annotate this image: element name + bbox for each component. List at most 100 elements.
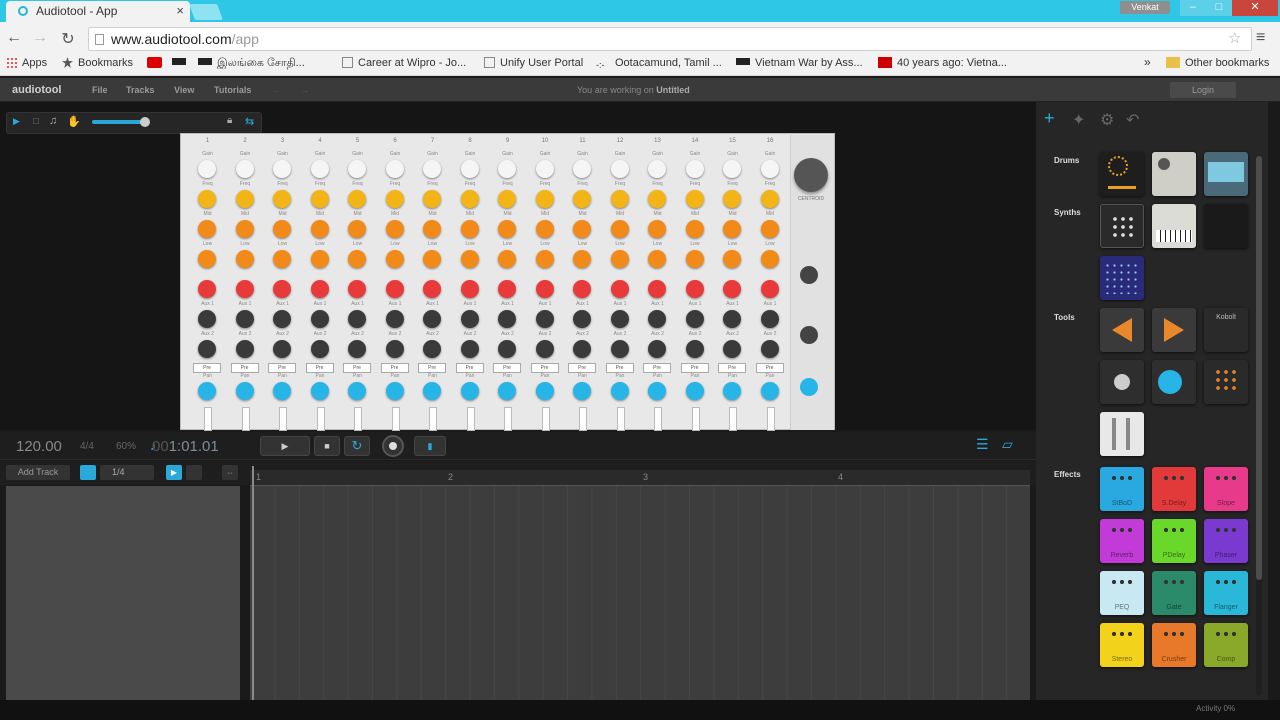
channel-fader[interactable]: [466, 407, 475, 431]
effect-pdelay-tile[interactable]: PDelay: [1152, 519, 1196, 563]
channel-knob[interactable]: [723, 382, 741, 400]
channel-knob[interactable]: [760, 280, 779, 298]
effect-slope-tile[interactable]: Slope: [1204, 467, 1248, 511]
pre-button[interactable]: Pre: [305, 363, 334, 373]
channel-knob[interactable]: [648, 160, 666, 178]
channel-knob[interactable]: [423, 190, 441, 208]
aux1-return-knob[interactable]: [800, 266, 818, 284]
channel-knob[interactable]: [198, 310, 216, 328]
bookmark-bookmarks[interactable]: Bookmarks: [62, 57, 133, 69]
channel-fader[interactable]: [766, 407, 775, 431]
channel-knob[interactable]: [723, 160, 741, 178]
login-button[interactable]: Login: [1170, 82, 1236, 98]
channel-knob[interactable]: [498, 220, 516, 238]
channel-knob[interactable]: [348, 160, 366, 178]
pre-button[interactable]: Pre: [568, 363, 596, 373]
window-close-icon[interactable]: ✕: [1232, 0, 1278, 16]
channel-knob[interactable]: [723, 250, 741, 268]
channel-knob[interactable]: [535, 310, 554, 328]
pre-button[interactable]: Pre: [605, 363, 634, 373]
channel-knob[interactable]: [310, 382, 329, 400]
channel-knob[interactable]: [573, 310, 591, 328]
forward-tool-tile[interactable]: [1152, 308, 1196, 352]
channel-knob[interactable]: [385, 220, 404, 238]
menu-file[interactable]: File: [92, 85, 108, 95]
channel-knob[interactable]: [648, 310, 666, 328]
channel-knob[interactable]: [610, 190, 629, 208]
channel-knob[interactable]: [198, 190, 216, 208]
channel-knob[interactable]: [235, 280, 254, 298]
channel-knob[interactable]: [573, 160, 591, 178]
channel-knob[interactable]: [610, 160, 629, 178]
channel-knob[interactable]: [460, 382, 479, 400]
channel-knob[interactable]: [760, 190, 779, 208]
channel-knob[interactable]: [348, 310, 366, 328]
bookmark-cnn[interactable]: 40 years ago: Vietna...: [878, 57, 1007, 69]
undo-icon[interactable]: ←: [272, 85, 281, 95]
forward-arrow-icon[interactable]: →: [30, 29, 50, 47]
channel-knob[interactable]: [648, 190, 666, 208]
channel-knob[interactable]: [310, 250, 329, 268]
channel-knob[interactable]: [573, 220, 591, 238]
channel-fader[interactable]: [654, 407, 662, 431]
pre-button[interactable]: Pre: [755, 363, 784, 373]
pre-button[interactable]: Pre: [493, 363, 521, 373]
stop-button[interactable]: ■: [314, 436, 340, 456]
pre-button[interactable]: Pre: [230, 363, 259, 373]
browser-tab[interactable]: Audiotool - App ×: [6, 1, 190, 22]
channel-knob[interactable]: [348, 382, 366, 400]
channel-knob[interactable]: [723, 280, 741, 298]
channel-knob[interactable]: [498, 280, 516, 298]
channel-knob[interactable]: [310, 340, 329, 358]
playhead[interactable]: [252, 466, 254, 700]
channel-knob[interactable]: [273, 160, 291, 178]
scope-tool-tile[interactable]: [1152, 360, 1196, 404]
channel-knob[interactable]: [273, 250, 291, 268]
channel-knob[interactable]: [273, 190, 291, 208]
channel-fader[interactable]: [616, 407, 625, 431]
channel-knob[interactable]: [498, 250, 516, 268]
kobolt-tile[interactable]: Kobolt: [1204, 308, 1248, 352]
master-pan-knob[interactable]: [800, 378, 818, 396]
user-profile-button[interactable]: Venkat: [1120, 1, 1170, 14]
effect-reverb-tile[interactable]: Reverb: [1100, 519, 1144, 563]
channel-knob[interactable]: [198, 340, 216, 358]
bookmark-tamil[interactable]: இலங்கை சோதி...: [198, 57, 305, 71]
channel-knob[interactable]: [498, 310, 516, 328]
panel-scrollbar[interactable]: [1256, 156, 1262, 580]
channel-knob[interactable]: [460, 250, 479, 268]
grid-toggle-icon[interactable]: [186, 465, 202, 480]
lock-icon[interactable]: 🔒︎: [227, 115, 232, 126]
channel-knob[interactable]: [723, 220, 741, 238]
channel-knob[interactable]: [423, 310, 441, 328]
channel-knob[interactable]: [535, 160, 554, 178]
fader-tool-tile[interactable]: [1100, 412, 1144, 456]
pre-button[interactable]: Pre: [380, 363, 409, 373]
channel-knob[interactable]: [685, 190, 704, 208]
master-volume-knob[interactable]: [794, 158, 828, 192]
channel-knob[interactable]: [273, 382, 291, 400]
channel-knob[interactable]: [423, 280, 441, 298]
pre-button[interactable]: Pre: [343, 363, 371, 373]
channel-knob[interactable]: [385, 160, 404, 178]
channel-fader[interactable]: [729, 407, 737, 431]
play-button[interactable]: ▶: [260, 436, 310, 456]
loop-icon[interactable]: ↻: [344, 436, 370, 456]
channel-knob[interactable]: [610, 220, 629, 238]
effect-stereo-tile[interactable]: Stereo: [1100, 623, 1144, 667]
more-bookmarks-icon[interactable]: »: [1144, 55, 1151, 69]
reload-icon[interactable]: ↻: [58, 29, 78, 49]
bookmark-site[interactable]: [172, 57, 191, 69]
pre-button[interactable]: Pre: [680, 363, 709, 373]
menu-view[interactable]: View: [174, 85, 194, 95]
pre-button[interactable]: Pre: [418, 363, 446, 373]
channel-knob[interactable]: [535, 250, 554, 268]
play-preview-icon[interactable]: ▶: [13, 116, 20, 127]
chrome-menu-icon[interactable]: ≡: [1256, 29, 1265, 47]
track-list[interactable]: [6, 486, 240, 700]
channel-knob[interactable]: [610, 310, 629, 328]
channel-knob[interactable]: [460, 190, 479, 208]
maximize-icon[interactable]: □: [1206, 0, 1232, 16]
effect-phaser-tile[interactable]: Phaser: [1204, 519, 1248, 563]
channel-knob[interactable]: [348, 340, 366, 358]
